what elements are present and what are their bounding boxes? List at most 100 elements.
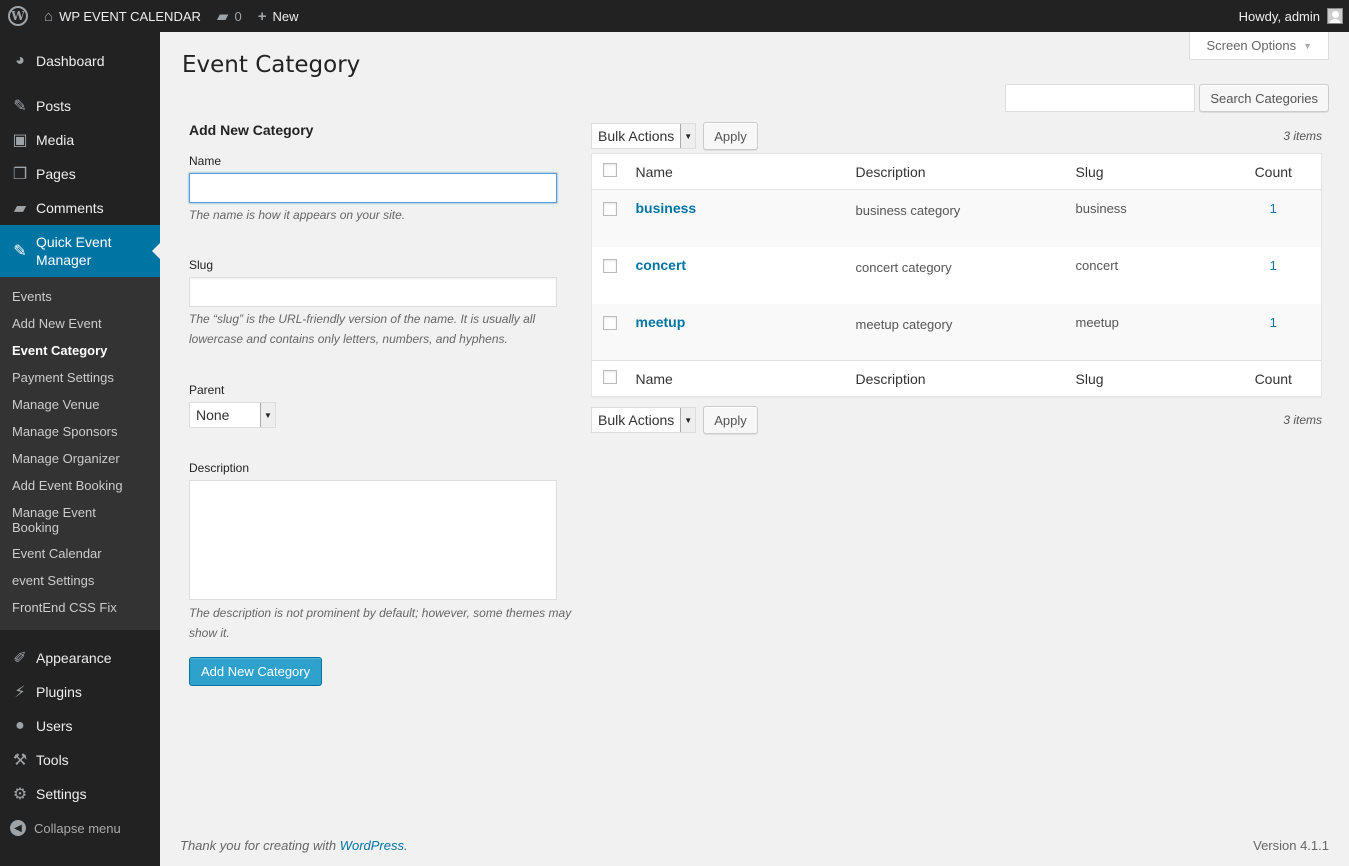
- description-label: Description: [189, 461, 250, 475]
- submenu-item-frontend-css-fix[interactable]: FrontEnd CSS Fix: [0, 595, 160, 622]
- column-footer-description[interactable]: Description: [855, 360, 1076, 397]
- row-checkbox[interactable]: [603, 202, 617, 216]
- collapse-arrow-icon: ◀: [10, 820, 26, 836]
- add-category-form: Add New Category Name The name is how it…: [189, 122, 579, 686]
- wordpress-logo-icon: W: [8, 6, 28, 26]
- menu-media[interactable]: ▣ Media: [0, 123, 160, 157]
- menu-label: Plugins: [36, 684, 82, 700]
- row-checkbox[interactable]: [603, 315, 617, 330]
- submenu-item-manage-event-booking[interactable]: Manage Event Booking: [0, 500, 110, 541]
- menu-label: Comments: [36, 200, 104, 216]
- add-new-category-button[interactable]: Add New Category: [189, 657, 323, 686]
- submenu-item-manage-sponsors[interactable]: Manage Sponsors: [0, 419, 160, 446]
- footer-thanks-suffix: .: [404, 838, 408, 853]
- submenu-item-event-settings[interactable]: event Settings: [0, 568, 160, 595]
- select-all-checkbox[interactable]: [603, 163, 617, 177]
- slug-field[interactable]: [189, 277, 557, 307]
- row-name-cell: meetup: [635, 303, 856, 361]
- row-count-link[interactable]: 1: [1270, 201, 1277, 216]
- comments-count: 0: [234, 8, 242, 24]
- chevron-down-icon: ▼: [260, 403, 275, 427]
- row-count-link[interactable]: 1: [1270, 258, 1277, 273]
- column-footer-name[interactable]: Name: [635, 360, 856, 397]
- plus-icon: +: [257, 7, 267, 25]
- menu-label: Dashboard: [36, 53, 105, 69]
- site-name: WP EVENT CALENDAR: [59, 8, 201, 24]
- screen-options-button[interactable]: Screen Options ▼: [1189, 32, 1329, 60]
- column-header-description[interactable]: Description: [855, 153, 1076, 190]
- description-field[interactable]: [189, 480, 557, 600]
- row-description: business category: [855, 189, 1076, 247]
- wordpress-link[interactable]: WordPress: [340, 838, 404, 853]
- menu-label: Tools: [36, 752, 69, 768]
- howdy-text: Howdy, admin: [1238, 8, 1320, 24]
- plugin-icon: ⚡: [14, 684, 26, 701]
- name-field[interactable]: [189, 173, 557, 203]
- row-checkbox[interactable]: [603, 258, 617, 273]
- submenu-item-manage-venue[interactable]: Manage Venue: [0, 392, 160, 419]
- submenu-item-manage-organizer[interactable]: Manage Organizer: [0, 446, 160, 473]
- apply-button-bottom[interactable]: Apply: [703, 406, 758, 434]
- menu-plugins[interactable]: ⚡ Plugins: [0, 675, 160, 709]
- admin-bar: W ⌂ WP EVENT CALENDAR ▰ 0 + New Howdy, a…: [0, 0, 1349, 32]
- menu-posts[interactable]: ✎ Posts: [0, 89, 160, 123]
- menu-pages[interactable]: ❐ Pages: [0, 157, 160, 191]
- row-name-cell: business: [635, 189, 856, 247]
- screen-options-label: Screen Options: [1206, 38, 1297, 53]
- bulk-actions-select-bottom[interactable]: Bulk Actions ▼: [591, 407, 697, 433]
- submenu-item-event-category[interactable]: Event Category: [0, 338, 160, 365]
- wordpress-logo-button[interactable]: W: [0, 0, 36, 32]
- row-title-link[interactable]: concert: [636, 257, 687, 273]
- menu-label: Quick Event Manager: [36, 234, 112, 268]
- menu-label: Appearance: [36, 650, 112, 666]
- submenu-item-add-event-booking[interactable]: Add Event Booking: [0, 473, 160, 500]
- row-description: meetup category: [855, 303, 1076, 361]
- search-input[interactable]: [1005, 84, 1196, 112]
- search-categories-button[interactable]: Search Categories: [1199, 84, 1329, 112]
- column-footer-slug[interactable]: Slug: [1075, 360, 1226, 397]
- site-name-link[interactable]: ⌂ WP EVENT CALENDAR: [36, 0, 209, 32]
- column-header-name[interactable]: Name: [635, 153, 856, 190]
- menu-settings[interactable]: ⚙ Settings: [0, 777, 160, 811]
- main-content: Screen Options ▼ Event Category Search C…: [160, 32, 1349, 866]
- row-description: concert category: [855, 259, 952, 275]
- menu-tools[interactable]: ⚒ Tools: [0, 743, 160, 777]
- select-all-checkbox-bottom[interactable]: [603, 370, 617, 384]
- submenu-item-payment-settings[interactable]: Payment Settings: [0, 365, 160, 392]
- bulk-actions-select-top[interactable]: Bulk Actions ▼: [591, 123, 697, 149]
- row-title-link[interactable]: business: [636, 200, 697, 216]
- column-footer-count[interactable]: Count: [1225, 360, 1322, 397]
- avatar: [1327, 8, 1343, 24]
- my-account-menu[interactable]: Howdy, admin: [1231, 0, 1349, 32]
- brush-icon: ✐: [13, 650, 27, 667]
- items-count-top: 3 items: [1283, 129, 1322, 143]
- wrench-icon: ⚒: [12, 752, 28, 769]
- column-header-slug[interactable]: Slug: [1075, 153, 1226, 190]
- items-count-bottom: 3 items: [1283, 413, 1322, 427]
- column-header-count[interactable]: Count: [1225, 153, 1322, 190]
- submenu-item-event-calendar[interactable]: Event Calendar: [0, 541, 160, 568]
- description-help: The description is not prominent by defa…: [189, 606, 572, 640]
- row-count-link[interactable]: 1: [1270, 315, 1277, 330]
- row-title-link[interactable]: meetup: [636, 314, 686, 330]
- comments-link[interactable]: ▰ 0: [209, 0, 250, 32]
- menu-appearance[interactable]: ✐ Appearance: [0, 641, 160, 675]
- menu-users[interactable]: ● Users: [0, 709, 160, 743]
- row-slug: concert: [1075, 257, 1119, 273]
- submenu-item-add-new-event[interactable]: Add New Event: [0, 311, 160, 338]
- menu-quick-event-manager[interactable]: ✎ Quick Event Manager: [0, 225, 160, 277]
- submenu-item-events[interactable]: Events: [0, 284, 160, 311]
- menu-dashboard[interactable]: ◕ Dashboard: [0, 44, 160, 78]
- collapse-menu-button[interactable]: ◀ Collapse menu: [0, 811, 160, 845]
- submenu: Events Add New Event Event Category Paym…: [0, 277, 160, 630]
- row-checkbox-cell: [592, 247, 636, 304]
- parent-select[interactable]: None ▼: [189, 402, 276, 428]
- parent-select-value: None: [196, 407, 230, 423]
- menu-comments[interactable]: ▰ Comments: [0, 191, 160, 225]
- new-content-link[interactable]: + New: [250, 0, 307, 32]
- apply-button-top[interactable]: Apply: [703, 122, 758, 150]
- name-label: Name: [189, 154, 222, 168]
- footer-thanks-prefix: Thank you for creating with: [180, 838, 340, 853]
- row-count-cell: 1: [1225, 303, 1322, 361]
- row-name-cell: concert: [636, 247, 856, 304]
